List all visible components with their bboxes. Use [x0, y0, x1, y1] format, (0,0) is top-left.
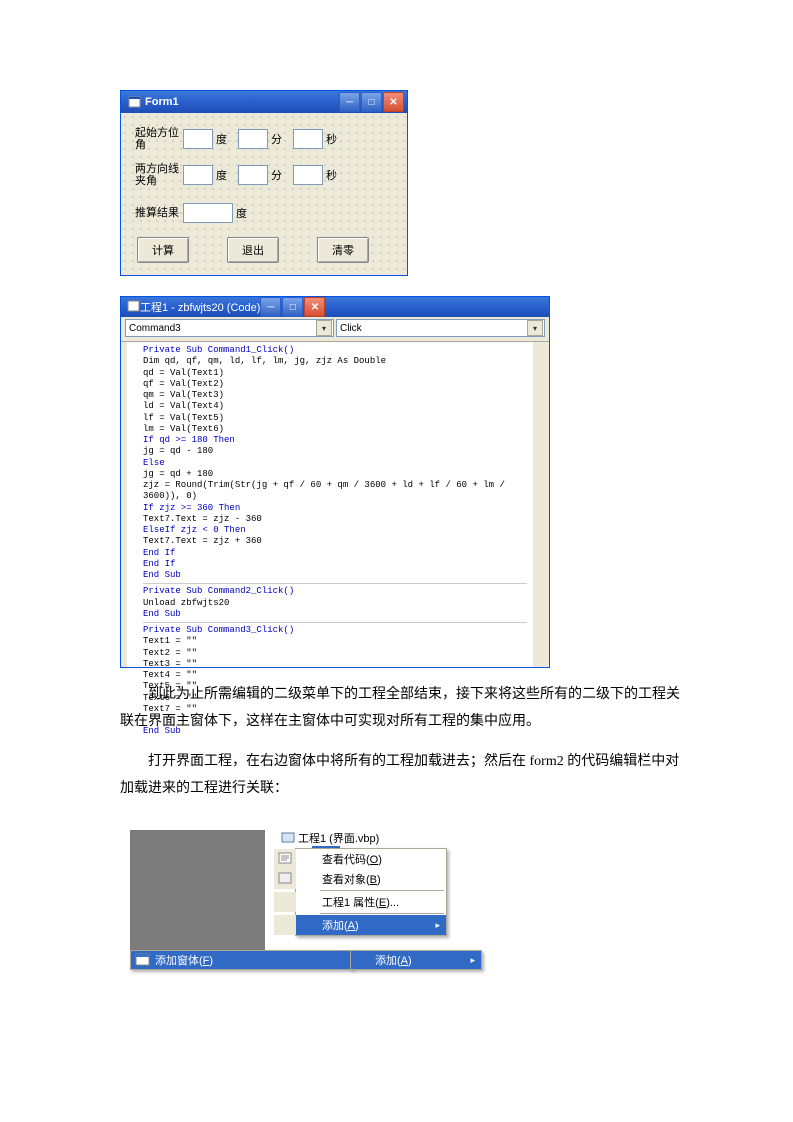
- text3-sec[interactable]: [293, 129, 323, 149]
- minimize-button[interactable]: ─: [339, 92, 360, 112]
- proc-combo[interactable]: Click: [336, 319, 545, 337]
- ctx-separator-2: [320, 913, 444, 914]
- project-explorer-area: 工程1 (界面.vbp) 窗体 查看代码(O) 查看对象(B) 工程1 属性(E…: [130, 830, 608, 968]
- code-body[interactable]: Private Sub Command1_Click()Dim qd, qf, …: [121, 342, 549, 667]
- context-menu: 查看代码(O) 查看对象(B) 工程1 属性(E)... 添加(A) ▸: [295, 848, 447, 936]
- form-icon: [127, 96, 141, 109]
- form-add-icon: [135, 953, 151, 967]
- code-icon: [277, 851, 293, 867]
- sub-add-form-label: 添加窗体(F): [155, 952, 213, 968]
- unit-min2: 分: [271, 167, 289, 183]
- form1-body: 起始方位角 度 分 秒 两方向线夹角 度 分 秒 推算结果 度: [121, 113, 407, 275]
- mdi-gray-pane: [130, 830, 265, 950]
- paragraph-2: 打开界面工程，在右边窗体中将所有的工程加载进去；然后在 form2 的代码编辑栏…: [120, 749, 693, 802]
- ctx-separator: [320, 890, 444, 891]
- form1-title: Form1: [145, 96, 339, 108]
- vb-icon: [127, 300, 140, 315]
- submenu-add: 添加窗体(F): [130, 950, 352, 970]
- code-close-button[interactable]: ✕: [304, 297, 325, 317]
- project-icon: [281, 831, 295, 846]
- ctx-add-label: 添加(A): [322, 917, 359, 933]
- text6-sec[interactable]: [293, 165, 323, 185]
- code-toolbar: Command3 Click: [121, 317, 549, 342]
- submenu-arrow-icon: ▸: [435, 920, 440, 931]
- tree-root-label: 工程1 (界面.vbp): [298, 830, 379, 846]
- text5-min[interactable]: [238, 165, 268, 185]
- code-title: 工程1 - zbfwjts20 (Code): [140, 299, 260, 315]
- unit-deg3: 度: [236, 205, 254, 221]
- ctx-view-code[interactable]: 查看代码(O): [274, 849, 446, 869]
- code-maximize-button[interactable]: □: [282, 297, 303, 317]
- calc-button[interactable]: 计算: [137, 237, 189, 263]
- unit-deg: 度: [216, 131, 234, 147]
- text7-result[interactable]: [183, 203, 233, 223]
- unit-deg2: 度: [216, 167, 234, 183]
- label-result: 推算结果: [135, 207, 183, 219]
- code-window-buttons: ─ □ ✕: [260, 297, 325, 317]
- buttons-row: 计算 退出 清零: [135, 237, 397, 263]
- unit-sec2: 秒: [326, 167, 344, 183]
- row-result: 推算结果 度: [135, 199, 397, 227]
- exit-button[interactable]: 退出: [227, 237, 279, 263]
- submenu-add-right: 添加(A): [350, 950, 482, 970]
- sub2-add-label: 添加(A): [375, 952, 412, 968]
- row-start-azimuth: 起始方位角 度 分 秒: [135, 125, 397, 153]
- tree-root[interactable]: 工程1 (界面.vbp): [265, 830, 608, 846]
- code-titlebar: 工程1 - zbfwjts20 (Code) ─ □ ✕: [121, 297, 549, 317]
- text1-deg[interactable]: [183, 129, 213, 149]
- ctx-view-code-label: 查看代码(O): [322, 851, 382, 867]
- maximize-button[interactable]: □: [361, 92, 382, 112]
- code-minimize-button[interactable]: ─: [260, 297, 281, 317]
- code-window: 工程1 - zbfwjts20 (Code) ─ □ ✕ Command3 Cl…: [120, 296, 550, 668]
- unit-min: 分: [271, 131, 289, 147]
- form1-titlebar: Form1 ─ □ ✕: [121, 91, 407, 113]
- close-button[interactable]: ✕: [383, 92, 404, 112]
- ctx-view-obj-label: 查看对象(B): [322, 871, 381, 887]
- clear-button[interactable]: 清零: [317, 237, 369, 263]
- text2-min[interactable]: [238, 129, 268, 149]
- object-combo[interactable]: Command3: [125, 319, 334, 337]
- object-icon: [277, 871, 293, 887]
- form1-window: Form1 ─ □ ✕ 起始方位角 度 分 秒 两方向线夹角 度: [120, 90, 408, 276]
- window-buttons: ─ □ ✕: [339, 92, 404, 112]
- ctx-props-label: 工程1 属性(E)...: [322, 894, 399, 910]
- ctx-properties[interactable]: 工程1 属性(E)...: [274, 892, 446, 912]
- unit-sec: 秒: [326, 131, 344, 147]
- text4-deg[interactable]: [183, 165, 213, 185]
- sub-add-form[interactable]: 添加窗体(F): [131, 951, 351, 969]
- sub2-add[interactable]: 添加(A): [351, 951, 481, 969]
- label-start-azimuth: 起始方位角: [135, 127, 183, 151]
- row-angle: 两方向线夹角 度 分 秒: [135, 161, 397, 189]
- ctx-view-object[interactable]: 查看对象(B): [274, 869, 446, 889]
- label-angle: 两方向线夹角: [135, 163, 183, 187]
- ctx-add[interactable]: 添加(A) ▸: [274, 915, 446, 935]
